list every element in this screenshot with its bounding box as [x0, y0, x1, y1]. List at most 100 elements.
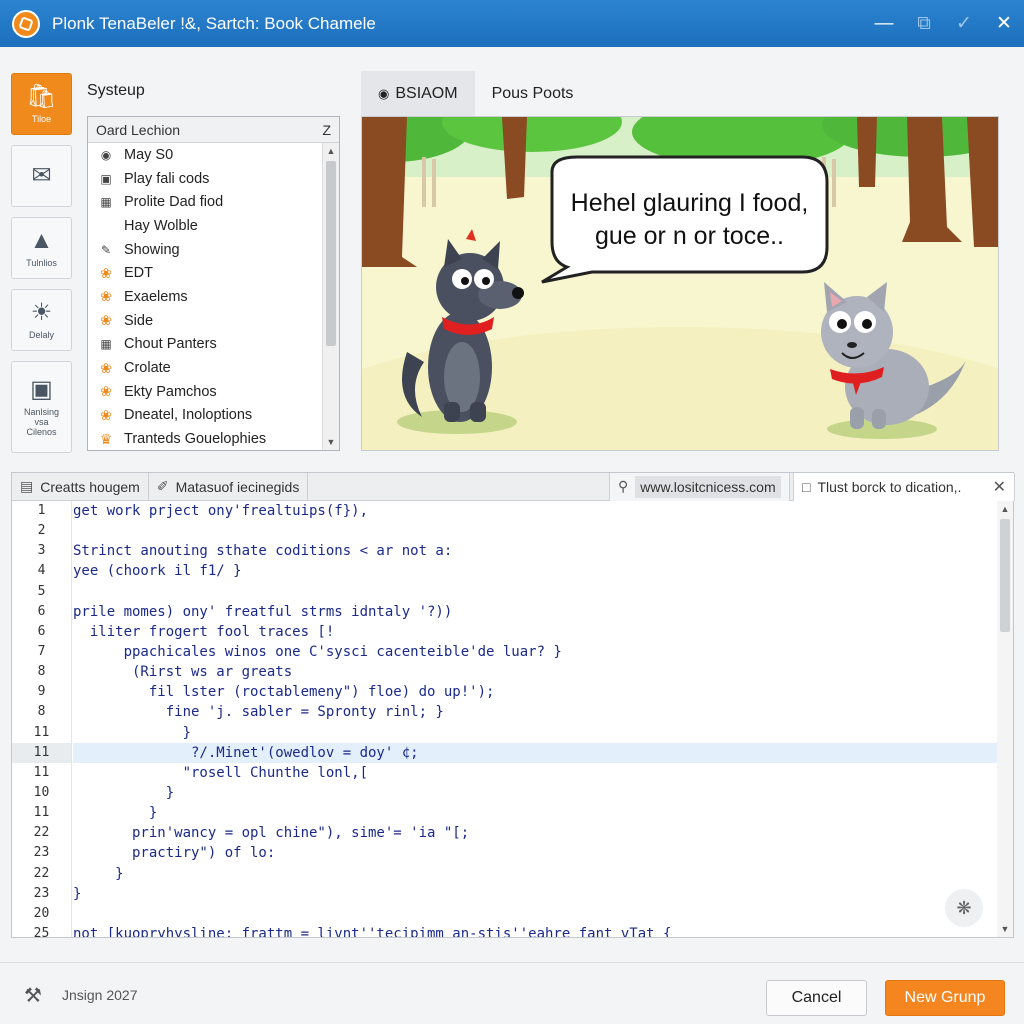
code-line[interactable]: }	[73, 803, 997, 823]
settings-fab-icon[interactable]: ❋	[945, 889, 983, 927]
list-item[interactable]: ♛ Tranteds Gouelophies	[88, 427, 322, 450]
editor-tabs: ▤ Creatts hougem ✐ Matasuof iecinegids ⚲…	[12, 472, 1015, 501]
window-title: Plonk TenaBeler !&, Sartch: Book Chamele	[52, 13, 376, 33]
line-number: 1	[37, 503, 46, 518]
scroll-down-icon[interactable]: ▼	[323, 434, 339, 450]
code-line[interactable]: practiry") of lo:	[73, 843, 997, 863]
code-line[interactable]: "rosell Chunthe lonl,[	[73, 763, 997, 783]
minimize-icon[interactable]: —	[864, 0, 904, 47]
list-item[interactable]: ◉ May S0	[88, 143, 322, 167]
line-number: 6	[37, 623, 46, 639]
edit-icon: ✎	[100, 242, 112, 257]
rail-item-tulnlios[interactable]: ▲ Tulnlios	[11, 217, 72, 279]
line-number: 11	[33, 724, 50, 740]
code-line[interactable]: not [kuopryhysline: frattm = livnt''teci…	[73, 924, 997, 937]
line-number: 10	[33, 784, 50, 800]
rail-item-tiloe[interactable]: 🛍 Tiloe	[11, 73, 72, 135]
title-bar: Plonk TenaBeler !&, Sartch: Book Chamele…	[0, 0, 1024, 47]
list-item-label: Ekty Pamchos	[124, 383, 217, 400]
scroll-thumb[interactable]	[326, 161, 336, 346]
code-line[interactable]: }	[73, 884, 997, 904]
scroll-down-icon[interactable]: ▼	[997, 921, 1013, 937]
path-tab[interactable]: □ Tlust borck to dication,. ✕	[793, 472, 1015, 501]
window-controls: — ⧉ ✓ ✕	[864, 0, 1024, 47]
grid-icon: ▦	[100, 195, 112, 210]
close-tab-icon[interactable]: ✕	[993, 477, 1006, 497]
url-bar[interactable]: ⚲ www.lositcnicess.com	[609, 472, 790, 501]
tab-label: BSIAOM	[395, 84, 458, 102]
check-icon[interactable]: ✓	[944, 0, 984, 47]
code-line[interactable]: fil lster (roctablemeny") floe) do up!')…	[73, 682, 997, 702]
cancel-button[interactable]: Cancel	[766, 980, 867, 1016]
line-number-gutter: 1 2 3 4 5 6 6 7 8 9 8 11 11 11 10 11 22 23 22 23 20 25	[12, 501, 72, 941]
rail-label: Tulnlios	[26, 258, 57, 268]
code-line[interactable]: fine 'j. sabler = Spronty rinl; }	[73, 702, 997, 722]
mail-icon: ✉	[31, 162, 52, 189]
scroll-up-icon[interactable]: ▲	[323, 143, 339, 159]
list-item[interactable]: ❀ Side	[88, 309, 322, 333]
list-item[interactable]: ▦ Prolite Dad fiod	[88, 190, 322, 214]
tab-pous-poots[interactable]: Pous Poots	[475, 71, 591, 116]
link-icon: ✐	[156, 478, 169, 494]
tab-label: Matasuof iecinegids	[175, 478, 300, 495]
line-number: 7	[37, 643, 46, 659]
code-line[interactable]: prile momes) ony' freatful strms idntaly…	[73, 602, 997, 622]
list-header: Oard Lechion Z	[88, 117, 339, 143]
code-line[interactable]: (Rirst ws ar greats	[73, 662, 997, 682]
url-field[interactable]: www.lositcnicess.com	[635, 475, 781, 498]
code-line[interactable]: prin'wancy = opl chine"), sime'= 'ia "[;	[73, 823, 997, 843]
rail-item-mail[interactable]: ✉	[11, 145, 72, 207]
code-line[interactable]	[73, 904, 997, 924]
code-line[interactable]: ?/.Minet'(owedlov = doy' ¢;	[73, 742, 997, 763]
line-number: 23	[33, 845, 50, 861]
line-number: 5	[37, 583, 46, 599]
tab-matasuof[interactable]: ✐ Matasuof iecinegids	[149, 472, 309, 501]
item-list[interactable]: Oard Lechion Z ◉ May S0 ▣ Play fali cods ▦ Pr…	[87, 116, 340, 451]
code-line[interactable]: iliter frogert fool traces [!	[73, 622, 997, 642]
editor-scrollbar[interactable]: ▲ ▼	[997, 501, 1013, 937]
code-line[interactable]	[73, 521, 997, 541]
new-group-button[interactable]: New Grunp	[885, 980, 1005, 1016]
tab-creatts-hougem[interactable]: ▤ Creatts hougem	[12, 472, 149, 501]
list-scrollbar[interactable]: ▲ ▼	[322, 143, 339, 450]
code-line[interactable]: ppachicales winos one C'sysci cacenteibl…	[73, 642, 997, 662]
cartoon-preview: Hehel glauring I food, gue or n or toce.…	[361, 116, 999, 451]
code-area[interactable]: get work prject ony'frealtuips(f}), Strin…	[73, 501, 997, 937]
list-item-label: Play fali cods	[124, 170, 210, 187]
code-line[interactable]: yee (choork il f1/ }	[73, 561, 997, 581]
list-item[interactable]: ▣ Play fali cods	[88, 167, 322, 191]
list-item[interactable]: ❀ Dneatel, Inoloptions	[88, 404, 322, 428]
scroll-thumb[interactable]	[1000, 519, 1010, 632]
flame-icon: ❀	[100, 383, 112, 400]
bulb-icon: ☀	[30, 299, 53, 326]
flame-icon: ❀	[100, 406, 112, 423]
list-item[interactable]: ✎ Showing	[88, 238, 322, 262]
restore-icon[interactable]: ⧉	[904, 0, 944, 47]
list-item[interactable]: Hay Wolble	[88, 214, 322, 238]
bag-icon: 🛍	[26, 83, 57, 110]
flame-icon: ❀	[100, 312, 112, 329]
code-line[interactable]: }	[73, 864, 997, 884]
list-item[interactable]: ❀ Exaelems	[88, 285, 322, 309]
code-line[interactable]: get work prject ony'frealtuips(f}),	[73, 501, 997, 521]
code-line[interactable]: }	[73, 723, 997, 743]
rail-item-projector[interactable]: ▣ Nanlsing vsa Cilenos	[11, 361, 72, 453]
rail-item-delaly[interactable]: ☀ Delaly	[11, 289, 72, 351]
sort-icon[interactable]: Z	[322, 122, 331, 138]
list-item[interactable]: ❀ EDT	[88, 261, 322, 285]
list-item[interactable]: ❀ Crolate	[88, 356, 322, 380]
code-line[interactable]: }	[73, 783, 997, 803]
code-line[interactable]	[73, 582, 997, 602]
list-item-label: Tranteds Gouelophies	[124, 431, 267, 448]
list-item[interactable]: ▦ Chout Panters	[88, 333, 322, 357]
line-number: 11	[12, 742, 71, 763]
code-line[interactable]: Strinct anouting sthate coditions < ar n…	[73, 541, 997, 561]
line-number: 11	[33, 805, 50, 821]
tools-icon: ⚒	[24, 985, 42, 1007]
tab-bsiaom[interactable]: ◉ BSIAOM	[361, 71, 475, 116]
cartoon-illustration	[362, 117, 998, 450]
list-item-label: EDT	[124, 265, 153, 282]
list-item[interactable]: ❀ Ekty Pamchos	[88, 380, 322, 404]
scroll-up-icon[interactable]: ▲	[997, 501, 1013, 517]
close-icon[interactable]: ✕	[984, 0, 1024, 47]
